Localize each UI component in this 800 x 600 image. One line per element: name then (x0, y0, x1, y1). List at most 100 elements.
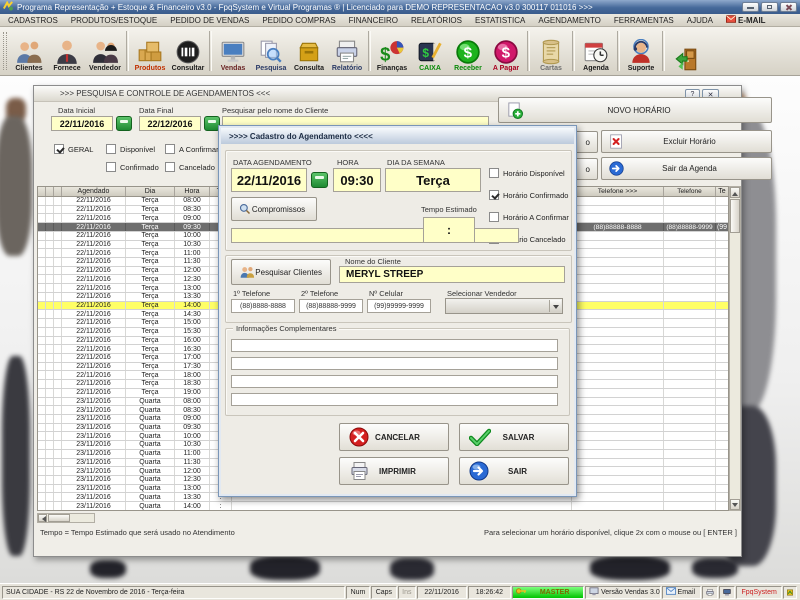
nome-cliente-field[interactable]: MERYL STREEP (339, 266, 565, 283)
col-header-telefone2[interactable]: Telefone (664, 187, 716, 196)
toolbar-exit[interactable] (667, 46, 705, 74)
cell-telefone3 (716, 398, 728, 406)
tel2-field[interactable]: (88)88888-9999 (299, 299, 363, 313)
toolbar-produtos[interactable]: Produtos (131, 38, 169, 74)
check-geral[interactable]: GERAL (54, 144, 93, 154)
toolbar-agenda[interactable]: Agenda (577, 38, 615, 74)
data-inicial-calendar-icon[interactable] (116, 116, 132, 131)
toolbar-fornece[interactable]: Fornece (48, 38, 86, 74)
scroll-up-icon[interactable] (730, 187, 740, 198)
toolbar-pesquisa[interactable]: Pesquisa (252, 38, 290, 74)
menu-financeiro[interactable]: FINANCEIRO (349, 16, 398, 25)
cell-telefone3 (716, 302, 728, 310)
vendedor-dropdown[interactable] (445, 298, 563, 314)
scrollbar-thumb[interactable] (730, 199, 740, 233)
novo-horario-button[interactable]: NOVO HORÁRIO (498, 97, 772, 123)
menu-relatorios[interactable]: RELATÓRIOS (411, 16, 462, 25)
menu-pedido-compras[interactable]: PEDIDO COMPRAS (262, 16, 335, 25)
toolbar-clientes[interactable]: Clientes (10, 38, 48, 74)
col-header-hora[interactable]: Hora (175, 187, 210, 196)
cell-agendado: 22/11/2016 (62, 353, 126, 362)
maximize-icon[interactable] (761, 2, 778, 12)
info-field-3[interactable] (231, 375, 558, 388)
col-header[interactable] (38, 187, 46, 196)
toolbar-receber[interactable]: $ Receber (449, 38, 487, 74)
toolbar-financas[interactable]: $ Finanças (373, 38, 411, 74)
scrollbar-thumb[interactable] (48, 514, 70, 522)
col-header-telefone1[interactable]: Telefone >>> (572, 187, 664, 196)
dia-semana-field[interactable]: Terça (385, 168, 481, 192)
cell-agendado: 23/11/2016 (62, 449, 126, 458)
cancel-icon (349, 427, 369, 447)
data-inicial-field[interactable]: 22/11/2016 (51, 116, 113, 131)
menu-pedido-de-vendas[interactable]: PEDIDO DE VENDAS (170, 16, 249, 25)
excluir-horario-button[interactable]: Excluir Horário (601, 130, 772, 153)
toolbar-consulta[interactable]: Consulta (290, 38, 328, 74)
cell-hora: 11:00 (175, 249, 210, 258)
scroll-left-icon[interactable] (38, 514, 47, 522)
menu-cadastros[interactable]: CADASTROS (8, 16, 58, 25)
col-header-agendado[interactable]: Agendado (62, 187, 126, 196)
pesquisar-clientes-button[interactable]: Pesquisar Clientes (231, 259, 331, 285)
toolbar-vendas[interactable]: Vendas (214, 38, 252, 74)
compromisso-field[interactable] (231, 228, 519, 243)
menu-agendamento[interactable]: AGENDAMENTO (538, 16, 601, 25)
menu-ajuda[interactable]: AJUDA (687, 16, 713, 25)
cell-telefone1 (572, 205, 664, 214)
info-field-4[interactable] (231, 393, 558, 406)
vertical-scrollbar[interactable] (729, 186, 741, 511)
celular-field[interactable]: (99)99999-9999 (367, 299, 431, 313)
toolbar-apagar[interactable]: $ A Pagar (487, 38, 525, 74)
check-a-confirmar[interactable]: A Confirmar (165, 144, 219, 154)
col-header-dia[interactable]: Dia (126, 187, 175, 196)
info-field-1[interactable] (231, 339, 558, 352)
check-horario-a-confirmar[interactable]: Horário A Confirmar (489, 212, 569, 222)
menu-ferramentas[interactable]: FERRAMENTAS (614, 16, 674, 25)
dialog-calendar-icon[interactable] (311, 172, 328, 188)
compromissos-button[interactable]: Compromissos (231, 197, 317, 221)
email-icon (726, 15, 736, 25)
cell-hora: 13:30 (175, 493, 210, 502)
col-header[interactable] (54, 187, 62, 196)
cancelar-button[interactable]: CANCELAR (339, 423, 449, 451)
hora-field[interactable]: 09:30 (333, 168, 381, 192)
imprimir-button[interactable]: IMPRIMIR (339, 457, 449, 485)
toolbar-caixa[interactable]: $ CAIXA (411, 38, 449, 74)
menubar: CADASTROS PRODUTOS/ESTOQUE PEDIDO DE VEN… (0, 14, 800, 27)
sair-button[interactable]: SAIR (459, 457, 569, 485)
check-disponivel[interactable]: Disponível (106, 144, 155, 154)
cell-telefone2 (664, 493, 716, 502)
cell-dia: Terça (126, 275, 175, 284)
tel1-field[interactable]: (88)8888-8888 (231, 299, 295, 313)
sair-agenda-button[interactable]: Sair da Agenda (601, 157, 772, 180)
data-agendamento-field[interactable]: 22/11/2016 (231, 168, 307, 192)
toolbar-suporte[interactable]: Suporte (622, 38, 660, 74)
toolbar-vendedor[interactable]: Vendedor (86, 38, 124, 74)
toolbar-consultar[interactable]: Consultar (169, 38, 207, 74)
menu-estatistica[interactable]: ESTATISTICA (475, 16, 525, 25)
magnifier-icon (239, 203, 251, 215)
check-confirmado[interactable]: Confirmado (106, 162, 159, 172)
info-field-2[interactable] (231, 357, 558, 370)
menu-produtos-estoque[interactable]: PRODUTOS/ESTOQUE (71, 16, 157, 25)
chevron-down-icon[interactable] (549, 300, 561, 312)
toolbar-cartas[interactable]: Cartas (532, 38, 570, 74)
tempo-estimado-field[interactable]: : (423, 217, 475, 243)
data-final-field[interactable]: 22/12/2016 (139, 116, 201, 131)
table-row[interactable]: 23/11/2016 Quarta 14:00 : (38, 502, 728, 510)
svg-text:$: $ (380, 44, 390, 65)
col-header[interactable] (46, 187, 54, 196)
minimize-icon[interactable] (742, 2, 759, 12)
printer-icon (336, 40, 358, 63)
col-header[interactable]: Te (716, 187, 728, 196)
check-cancelado[interactable]: Cancelado (165, 162, 215, 172)
cell-dia: Quarta (126, 458, 175, 467)
menu-email[interactable]: E-MAIL (726, 15, 766, 25)
close-icon[interactable] (780, 2, 797, 12)
scroll-down-icon[interactable] (730, 499, 740, 510)
salvar-button[interactable]: SALVAR (459, 423, 569, 451)
horizontal-scrollbar[interactable] (37, 513, 95, 523)
check-horario-disponivel[interactable]: Horário Disponível (489, 168, 565, 178)
check-horario-confirmado[interactable]: Horário Confirmado (489, 190, 568, 200)
toolbar-relatorio[interactable]: Relatório (328, 38, 366, 74)
